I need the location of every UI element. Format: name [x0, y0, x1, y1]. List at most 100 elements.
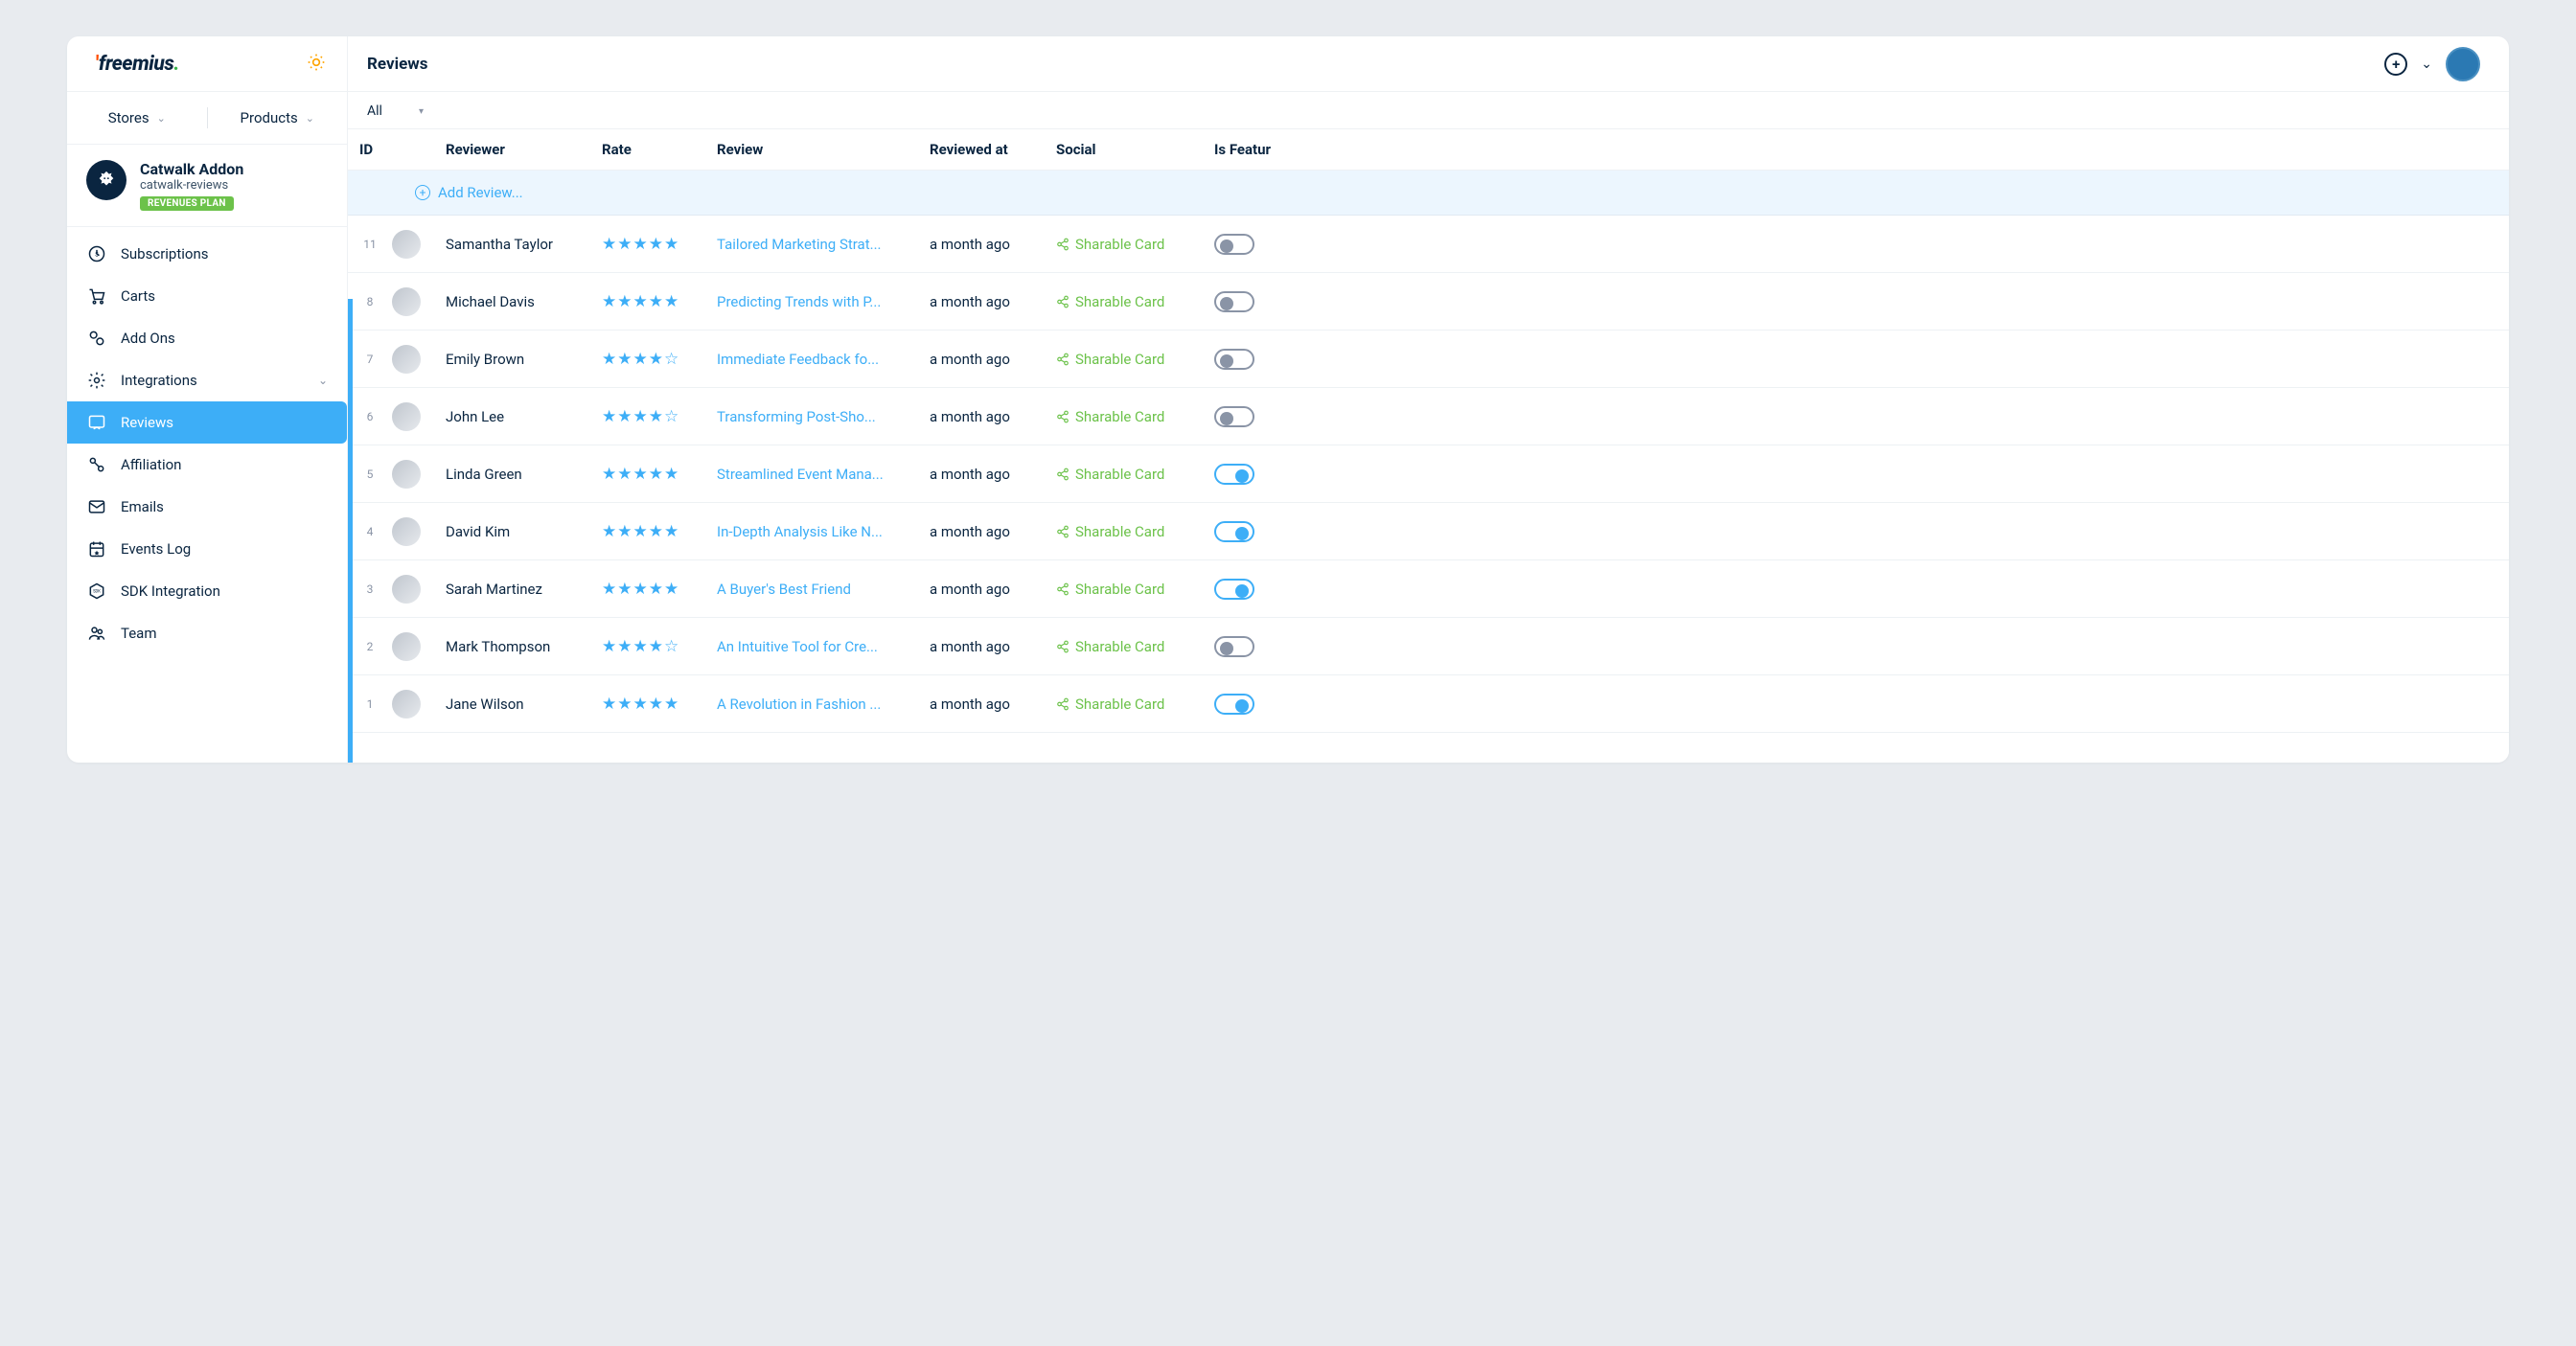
- cell-rate: ★★★★☆: [602, 637, 717, 656]
- sharable-card-link[interactable]: Sharable Card: [1056, 466, 1214, 483]
- table-row[interactable]: 2Mark Thompson★★★★☆An Intuitive Tool for…: [348, 618, 2509, 675]
- col-review: Review: [717, 141, 930, 158]
- share-icon: [1056, 295, 1070, 308]
- sidebar-item-integrations[interactable]: Integrations⌄: [67, 359, 347, 401]
- product-badge: REVENUES PLAN: [140, 196, 234, 211]
- table-row[interactable]: 4David Kim★★★★★In-Depth Analysis Like N.…: [348, 503, 2509, 560]
- chevron-down-icon[interactable]: ⌄: [2421, 57, 2432, 72]
- row-id: 3: [348, 582, 392, 596]
- user-avatar[interactable]: [2446, 47, 2480, 81]
- sharable-card-label: Sharable Card: [1075, 638, 1164, 655]
- col-rate: Rate: [602, 141, 717, 158]
- row-id: 6: [348, 410, 392, 423]
- sidebar-item-label: Emails: [121, 498, 164, 515]
- reviewer-avatar: [392, 575, 421, 604]
- cell-reviewer: Jane Wilson: [446, 696, 602, 713]
- add-button[interactable]: +: [2384, 53, 2407, 76]
- cell-review-link[interactable]: A Revolution in Fashion ...: [717, 696, 930, 713]
- sidebar-item-emails[interactable]: Emails: [67, 486, 347, 528]
- cell-toggle: [1214, 636, 1294, 657]
- featured-toggle[interactable]: [1214, 521, 1254, 542]
- row-id: 7: [348, 353, 392, 366]
- featured-toggle[interactable]: [1214, 234, 1254, 255]
- cell-reviewer: John Lee: [446, 408, 602, 425]
- sharable-card-link[interactable]: Sharable Card: [1056, 293, 1214, 310]
- cell-toggle: [1214, 521, 1294, 542]
- cell-review-link[interactable]: Transforming Post-Sho...: [717, 408, 930, 425]
- cell-review-link[interactable]: An Intuitive Tool for Cre...: [717, 638, 930, 655]
- cell-avatar: [392, 345, 446, 374]
- sharable-card-label: Sharable Card: [1075, 466, 1164, 483]
- table-row[interactable]: 5Linda Green★★★★★Streamlined Event Mana.…: [348, 445, 2509, 503]
- sidebar-item-reviews[interactable]: Reviews: [67, 401, 347, 444]
- cell-review-link[interactable]: Predicting Trends with P...: [717, 293, 930, 310]
- sidebar-item-sdk[interactable]: SDKSDK Integration: [67, 570, 347, 612]
- sharable-card-link[interactable]: Sharable Card: [1056, 408, 1214, 425]
- table-row[interactable]: 3Sarah Martinez★★★★★A Buyer's Best Frien…: [348, 560, 2509, 618]
- featured-toggle[interactable]: [1214, 464, 1254, 485]
- table-row[interactable]: 7Emily Brown★★★★☆Immediate Feedback fo..…: [348, 331, 2509, 388]
- col-reviewed-at: Reviewed at: [930, 141, 1056, 158]
- sharable-card-link[interactable]: Sharable Card: [1056, 696, 1214, 713]
- featured-toggle[interactable]: [1214, 694, 1254, 715]
- cell-rate: ★★★★★: [602, 580, 717, 599]
- table-row[interactable]: 8Michael Davis★★★★★Predicting Trends wit…: [348, 273, 2509, 331]
- featured-toggle[interactable]: [1214, 636, 1254, 657]
- cell-reviewer: David Kim: [446, 523, 602, 540]
- sharable-card-link[interactable]: Sharable Card: [1056, 638, 1214, 655]
- sharable-card-link[interactable]: Sharable Card: [1056, 523, 1214, 540]
- sharable-card-label: Sharable Card: [1075, 408, 1164, 425]
- theme-toggle-icon[interactable]: [307, 53, 326, 76]
- sidebar-item-cart[interactable]: Carts: [67, 275, 347, 317]
- table-header: ID Reviewer Rate Review Reviewed at Soci…: [348, 129, 2509, 171]
- cart-icon: [86, 286, 107, 306]
- featured-toggle[interactable]: [1214, 349, 1254, 370]
- sharable-card-label: Sharable Card: [1075, 523, 1164, 540]
- sharable-card-link[interactable]: Sharable Card: [1056, 351, 1214, 368]
- table-row[interactable]: 1Jane Wilson★★★★★A Revolution in Fashion…: [348, 675, 2509, 733]
- cell-review-link[interactable]: Tailored Marketing Strat...: [717, 236, 930, 253]
- reviewer-avatar: [392, 345, 421, 374]
- table-row[interactable]: 11Samantha Taylor★★★★★Tailored Marketing…: [348, 216, 2509, 273]
- cell-reviewer: Linda Green: [446, 466, 602, 483]
- cell-date: a month ago: [930, 523, 1056, 540]
- topbar-actions: + ⌄: [2384, 47, 2480, 81]
- logo-text: freemius: [99, 53, 174, 76]
- cell-review-link[interactable]: A Buyer's Best Friend: [717, 581, 930, 598]
- sharable-card-link[interactable]: Sharable Card: [1056, 236, 1214, 253]
- product-name: Catwalk Addon: [140, 160, 243, 178]
- cell-date: a month ago: [930, 351, 1056, 368]
- addons-icon: [86, 329, 107, 348]
- add-review-button[interactable]: + Add Review...: [348, 171, 2509, 216]
- cell-review-link[interactable]: Immediate Feedback fo...: [717, 351, 930, 368]
- cell-date: a month ago: [930, 236, 1056, 253]
- cell-review-link[interactable]: In-Depth Analysis Like N...: [717, 523, 930, 540]
- chevron-down-icon: ⌄: [157, 112, 166, 125]
- share-icon: [1056, 238, 1070, 251]
- cell-reviewer: Michael Davis: [446, 293, 602, 310]
- cell-review-link[interactable]: Streamlined Event Mana...: [717, 466, 930, 483]
- logo[interactable]: 'freemius.: [96, 53, 179, 76]
- row-id: 8: [348, 295, 392, 308]
- tab-products[interactable]: Products ⌄: [208, 109, 348, 126]
- main-content: All ▾ ID Reviewer Rate Review Reviewed a…: [348, 92, 2509, 763]
- featured-toggle[interactable]: [1214, 406, 1254, 427]
- featured-toggle[interactable]: [1214, 291, 1254, 312]
- sidebar-item-addons[interactable]: Add Ons: [67, 317, 347, 359]
- sidebar-item-affiliation[interactable]: Affiliation: [67, 444, 347, 486]
- chevron-down-icon: ▾: [419, 106, 424, 117]
- cell-avatar: [392, 517, 446, 546]
- sharable-card-link[interactable]: Sharable Card: [1056, 581, 1214, 598]
- sidebar-item-subscriptions[interactable]: $Subscriptions: [67, 233, 347, 275]
- sidebar-item-team[interactable]: Team: [67, 612, 347, 654]
- tab-stores[interactable]: Stores ⌄: [67, 109, 207, 126]
- filter-dropdown[interactable]: All ▾: [367, 103, 424, 119]
- chevron-down-icon: ⌄: [306, 112, 314, 125]
- row-id: 11: [348, 238, 392, 251]
- sidebar-item-events[interactable]: Events Log: [67, 528, 347, 570]
- table-row[interactable]: 6John Lee★★★★☆Transforming Post-Sho...a …: [348, 388, 2509, 445]
- subscriptions-icon: $: [86, 244, 107, 263]
- share-icon: [1056, 410, 1070, 423]
- featured-toggle[interactable]: [1214, 579, 1254, 600]
- reviewer-avatar: [392, 632, 421, 661]
